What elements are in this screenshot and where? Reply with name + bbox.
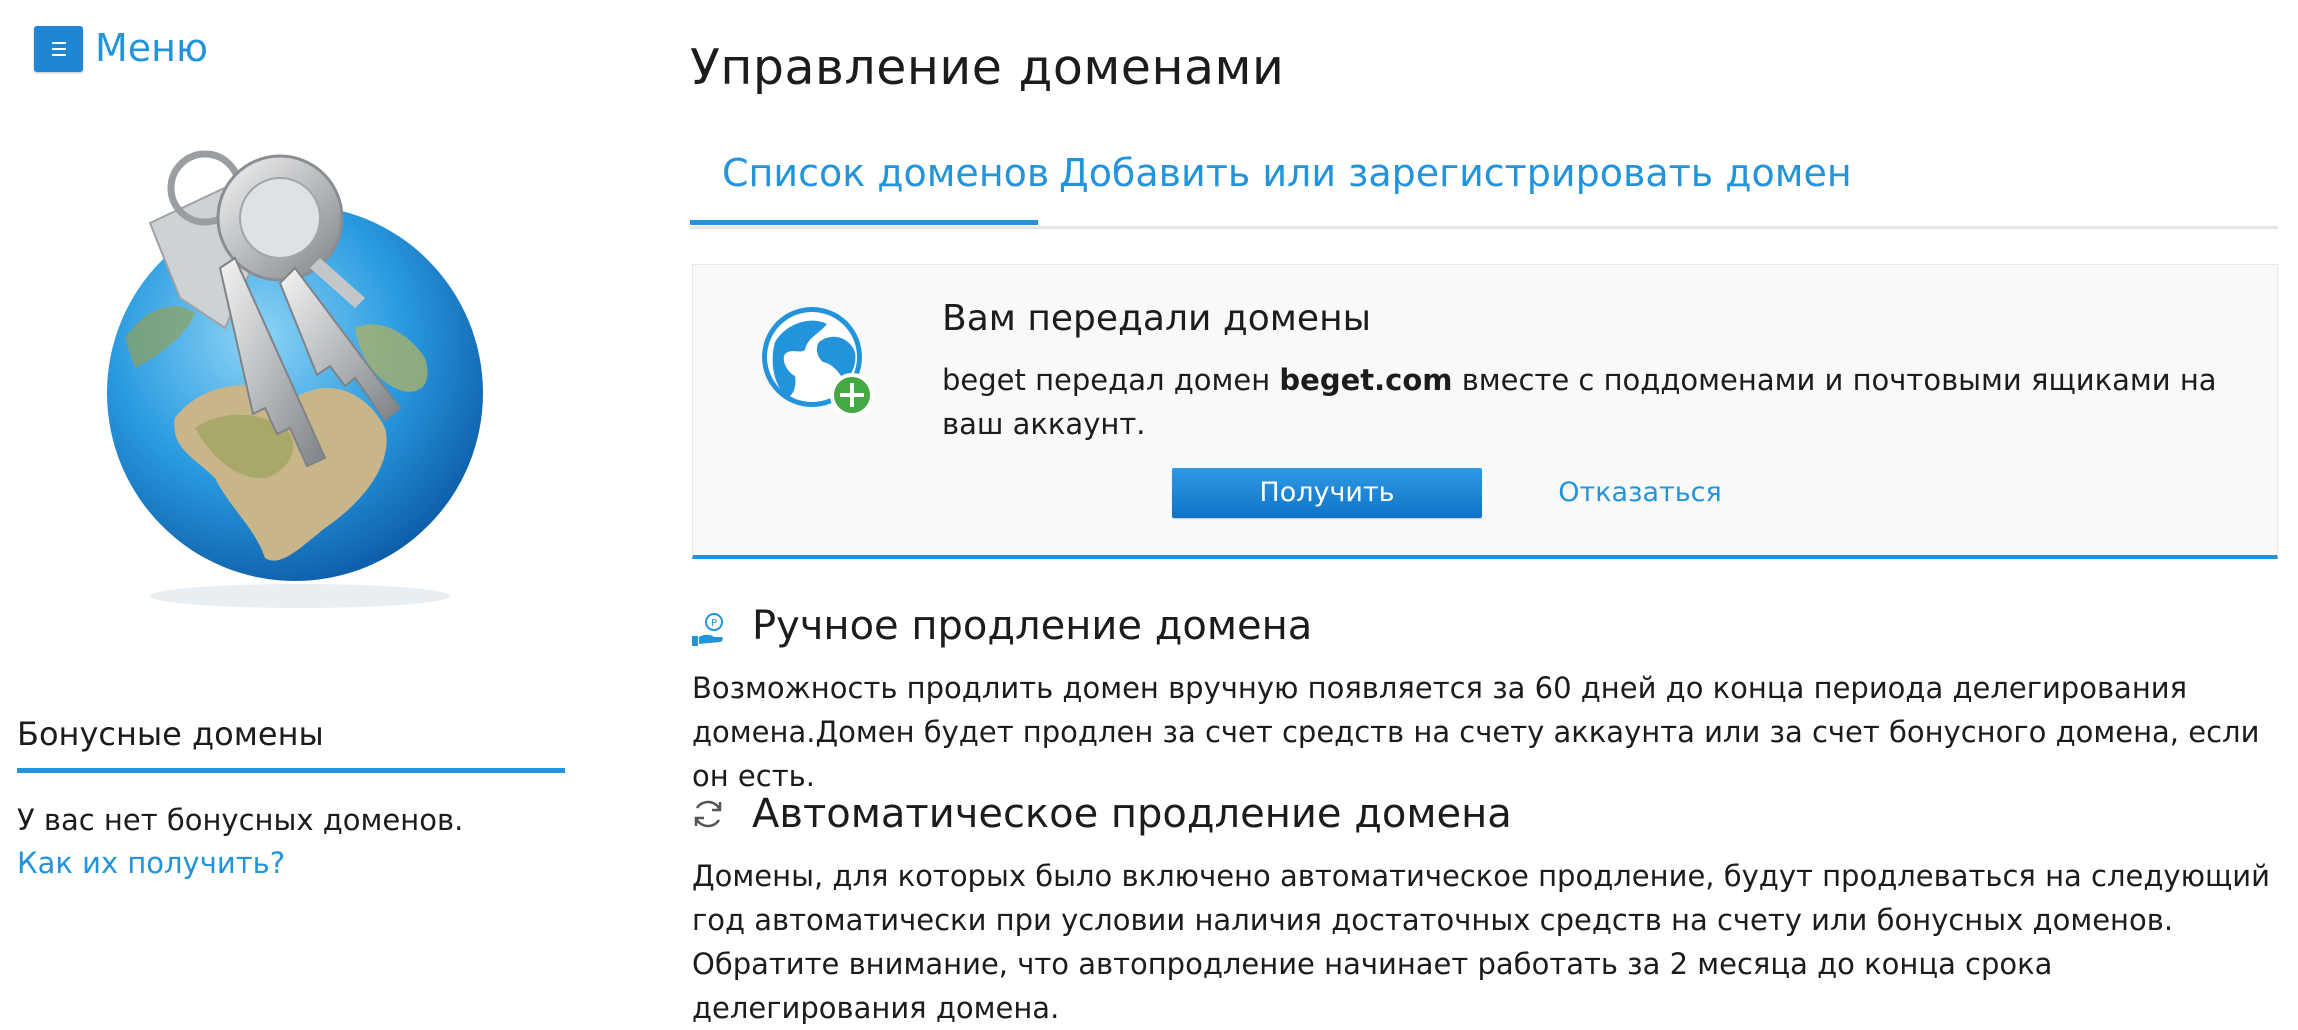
notice-title: Вам передали домены: [942, 298, 1372, 339]
auto-renewal-title: Автоматическое продление домена: [752, 791, 1512, 837]
globe-keys-illustration: [107, 150, 483, 608]
active-tab-indicator: [690, 220, 1038, 225]
menu-button[interactable]: [34, 26, 83, 72]
manual-renewal-title: Ручное продление домена: [752, 603, 1313, 649]
globe-add-icon: [762, 307, 874, 417]
decline-button[interactable]: Отказаться: [1545, 468, 1735, 518]
bonus-divider: [17, 768, 565, 773]
tabs: Список доменов Добавить или зарегистриро…: [690, 140, 2278, 229]
menu-label[interactable]: Меню: [95, 22, 208, 74]
notice-body: beget передал домен beget.com вместе с п…: [942, 363, 2217, 441]
tab-domain-list[interactable]: Список доменов: [722, 140, 1049, 226]
bonus-domains-title: Бонусные домены: [17, 715, 324, 753]
tab-add-domain[interactable]: Добавить или зарегистрировать домен: [1059, 140, 1852, 226]
manual-renewal-text: Возможность продлить домен вручную появл…: [692, 671, 2260, 793]
hand-coin-icon: P: [692, 613, 723, 646]
auto-renewal-text: Домены, для которых было включено автома…: [692, 859, 2270, 937]
notice-domain: beget.com: [1279, 363, 1453, 397]
hamburger-icon: [51, 40, 66, 58]
svg-text:P: P: [711, 618, 717, 629]
accept-button[interactable]: Получить: [1172, 468, 1482, 518]
bonus-empty-text: У вас нет бонусных доменов.: [17, 803, 464, 837]
bonus-how-link[interactable]: Как их получить?: [17, 843, 285, 883]
auto-renewal-note: Обратите внимание, что автопродление нач…: [692, 947, 2053, 1025]
refresh-icon: [694, 800, 722, 828]
page-title: Управление доменами: [690, 39, 1285, 96]
